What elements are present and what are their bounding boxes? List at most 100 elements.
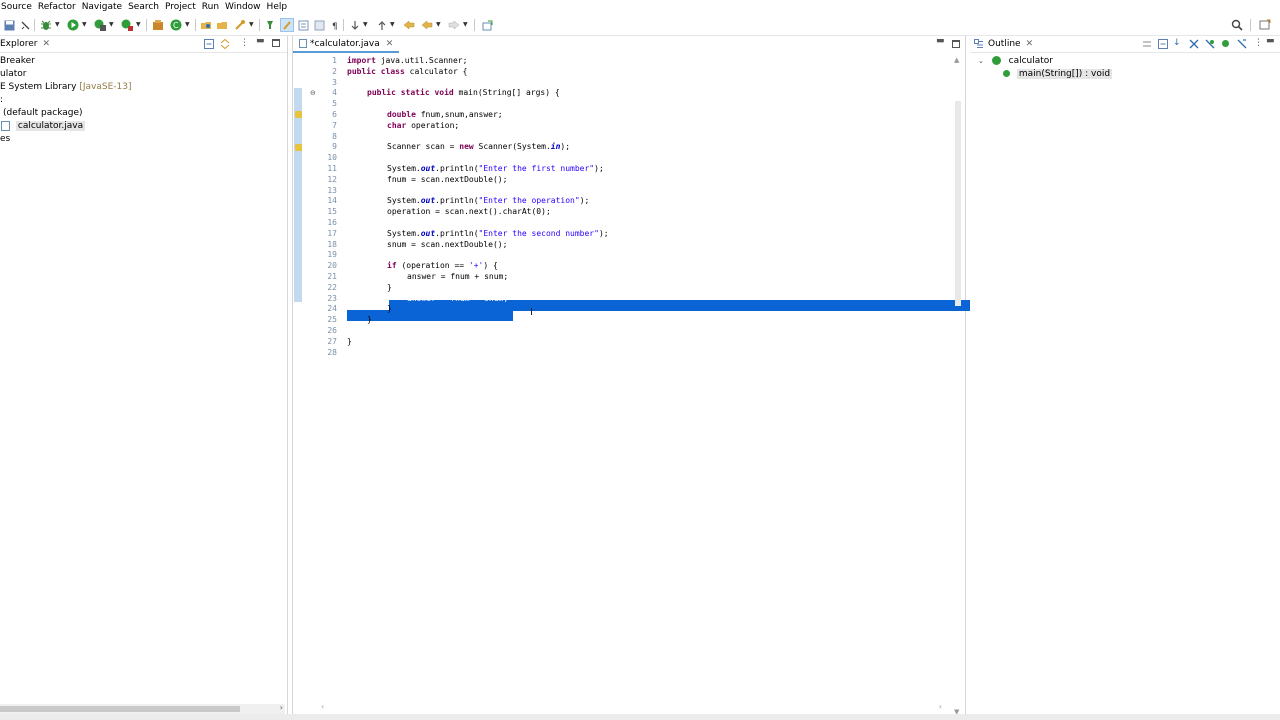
toggle-word-wrap-icon[interactable]	[312, 18, 326, 32]
external-tools-dropdown-icon[interactable]: ▼	[136, 18, 141, 32]
public-method-icon	[1003, 70, 1010, 77]
view-menu-icon[interactable]: ⋮	[1254, 38, 1263, 48]
code-line: }	[387, 304, 392, 314]
run-icon[interactable]	[66, 18, 80, 32]
last-edit-location-icon[interactable]	[402, 18, 416, 32]
maximize-icon[interactable]	[272, 39, 280, 47]
hide-fields-icon[interactable]	[1189, 39, 1199, 49]
scroll-left-icon[interactable]: ‹	[321, 702, 324, 711]
coverage-icon[interactable]	[93, 18, 107, 32]
menu-navigate[interactable]: Navigate	[81, 0, 127, 14]
keyword: public	[347, 66, 376, 76]
code-text: System.	[387, 164, 421, 173]
tree-item-jre-library[interactable]: E System Library [JavaSE-13]	[0, 81, 131, 94]
view-menu-icon[interactable]: ⋮	[240, 38, 249, 48]
toggle-mark-occurrences-icon[interactable]	[280, 18, 294, 32]
maximize-icon[interactable]	[952, 40, 960, 48]
previous-annotation-icon[interactable]	[375, 18, 389, 32]
menu-window[interactable]: Window	[224, 0, 266, 14]
tree-item[interactable]: es	[0, 133, 10, 146]
tree-item[interactable]: ulator	[0, 68, 26, 81]
run-dropdown-icon[interactable]: ▼	[82, 18, 87, 32]
pin-editor-icon[interactable]	[263, 18, 277, 32]
forward-dropdown-icon[interactable]: ▼	[463, 18, 468, 32]
menu-refactor[interactable]: Refactor	[37, 0, 81, 14]
outline-tab[interactable]: Outline	[988, 36, 1021, 52]
hide-local-types-icon[interactable]	[1237, 39, 1247, 49]
editor-horizontal-scrollbar[interactable]: ‹ ›	[319, 702, 944, 714]
minimize-icon[interactable]: ▬	[1266, 36, 1275, 46]
package-explorer-tab[interactable]: Explorer	[0, 36, 37, 52]
outline-method-name: main(String[]) : void	[1016, 69, 1113, 79]
tree-item-default-package[interactable]: (default package)	[3, 107, 83, 120]
search-tool-icon[interactable]	[233, 18, 247, 32]
hide-non-public-icon[interactable]	[1222, 40, 1229, 47]
open-type-icon[interactable]	[199, 18, 213, 32]
back-icon[interactable]	[420, 18, 434, 32]
debug-icon[interactable]	[39, 18, 53, 32]
chevron-down-icon[interactable]: ⌄	[978, 57, 984, 65]
debug-dropdown-icon[interactable]: ▼	[55, 18, 60, 32]
close-icon[interactable]: ✕	[1026, 39, 1034, 49]
tree-item[interactable]: :	[0, 94, 3, 107]
new-java-class-icon[interactable]: C	[169, 18, 183, 32]
scroll-right-icon[interactable]: ›	[939, 702, 942, 711]
sort-icon[interactable]	[1158, 39, 1168, 49]
menu-help[interactable]: Help	[266, 0, 293, 14]
line-number: 6	[332, 110, 337, 119]
close-icon[interactable]: ✕	[42, 36, 50, 52]
menu-project[interactable]: Project	[164, 0, 201, 14]
forward-icon[interactable]	[447, 18, 461, 32]
scroll-up-icon[interactable]: ▲	[954, 56, 959, 64]
scroll-right-icon[interactable]: ›	[280, 703, 283, 712]
previous-annotation-dropdown-icon[interactable]: ▼	[390, 18, 395, 32]
back-dropdown-icon[interactable]: ▼	[436, 18, 441, 32]
coverage-dropdown-icon[interactable]: ▼	[109, 18, 114, 32]
svg-text:¶: ¶	[332, 22, 338, 31]
editor-vertical-scrollbar[interactable]: ▲ ▼	[953, 56, 963, 716]
save-all-icon[interactable]	[18, 18, 32, 32]
scrollbar-thumb[interactable]	[0, 706, 240, 712]
code-text: ) {	[512, 282, 527, 292]
outline-item-class[interactable]: ⌄ calculator	[978, 55, 1053, 68]
next-annotation-icon[interactable]	[348, 18, 362, 32]
keyword: double	[387, 110, 416, 119]
line-number: 4	[332, 88, 337, 98]
sort-alpha-icon[interactable]: ↓	[1173, 38, 1181, 48]
close-icon[interactable]: ✕	[386, 39, 394, 49]
minimize-icon[interactable]: ▬	[936, 36, 945, 46]
explorer-horizontal-scrollbar[interactable]: ›	[0, 703, 285, 714]
minimize-icon[interactable]: ▬	[256, 36, 265, 46]
fold-collapse-icon[interactable]: ⊖	[310, 89, 316, 97]
toggle-block-selection-icon[interactable]	[296, 18, 310, 32]
menu-run[interactable]: Run	[201, 0, 224, 14]
scrollbar-thumb[interactable]	[955, 101, 961, 306]
pin-icon[interactable]	[480, 18, 494, 32]
code-text: );	[560, 142, 571, 152]
keyword: else	[391, 282, 412, 292]
menu-search[interactable]: Search	[127, 0, 164, 14]
editor-tab-calculator-java[interactable]: *calculator.java ✕	[293, 36, 400, 53]
hide-static-icon[interactable]	[1205, 39, 1215, 49]
line-number: 26	[327, 326, 337, 335]
open-perspective-icon[interactable]	[1258, 18, 1272, 32]
tree-item[interactable]: Breaker	[0, 55, 35, 68]
external-tools-icon[interactable]	[120, 18, 134, 32]
quick-access-search-icon[interactable]	[1230, 18, 1244, 32]
link-with-editor-icon[interactable]	[220, 38, 230, 50]
new-class-dropdown-icon[interactable]: ▼	[185, 18, 190, 32]
menu-bar: Source Refactor Navigate Search Project …	[0, 0, 1280, 14]
next-annotation-dropdown-icon[interactable]: ▼	[363, 18, 368, 32]
outline-item-method[interactable]: main(String[]) : void	[1003, 68, 1113, 81]
show-whitespace-icon[interactable]: ¶	[328, 18, 342, 32]
tree-item-calculator-java[interactable]: calculator.java	[1, 120, 86, 133]
collapse-all-icon[interactable]	[1142, 39, 1152, 49]
save-icon[interactable]	[2, 18, 16, 32]
code-area[interactable]: 1 2 3 4 5 6 7 8 9 10 11 12 13 14 15 16 1…	[319, 54, 970, 714]
menu-source[interactable]: Source	[0, 0, 37, 14]
collapse-all-icon[interactable]	[204, 39, 214, 49]
code-text: .println(	[435, 164, 479, 173]
new-java-package-icon[interactable]	[151, 18, 165, 32]
search-dropdown-icon[interactable]: ▼	[249, 18, 254, 32]
open-folder-icon[interactable]	[215, 18, 229, 32]
